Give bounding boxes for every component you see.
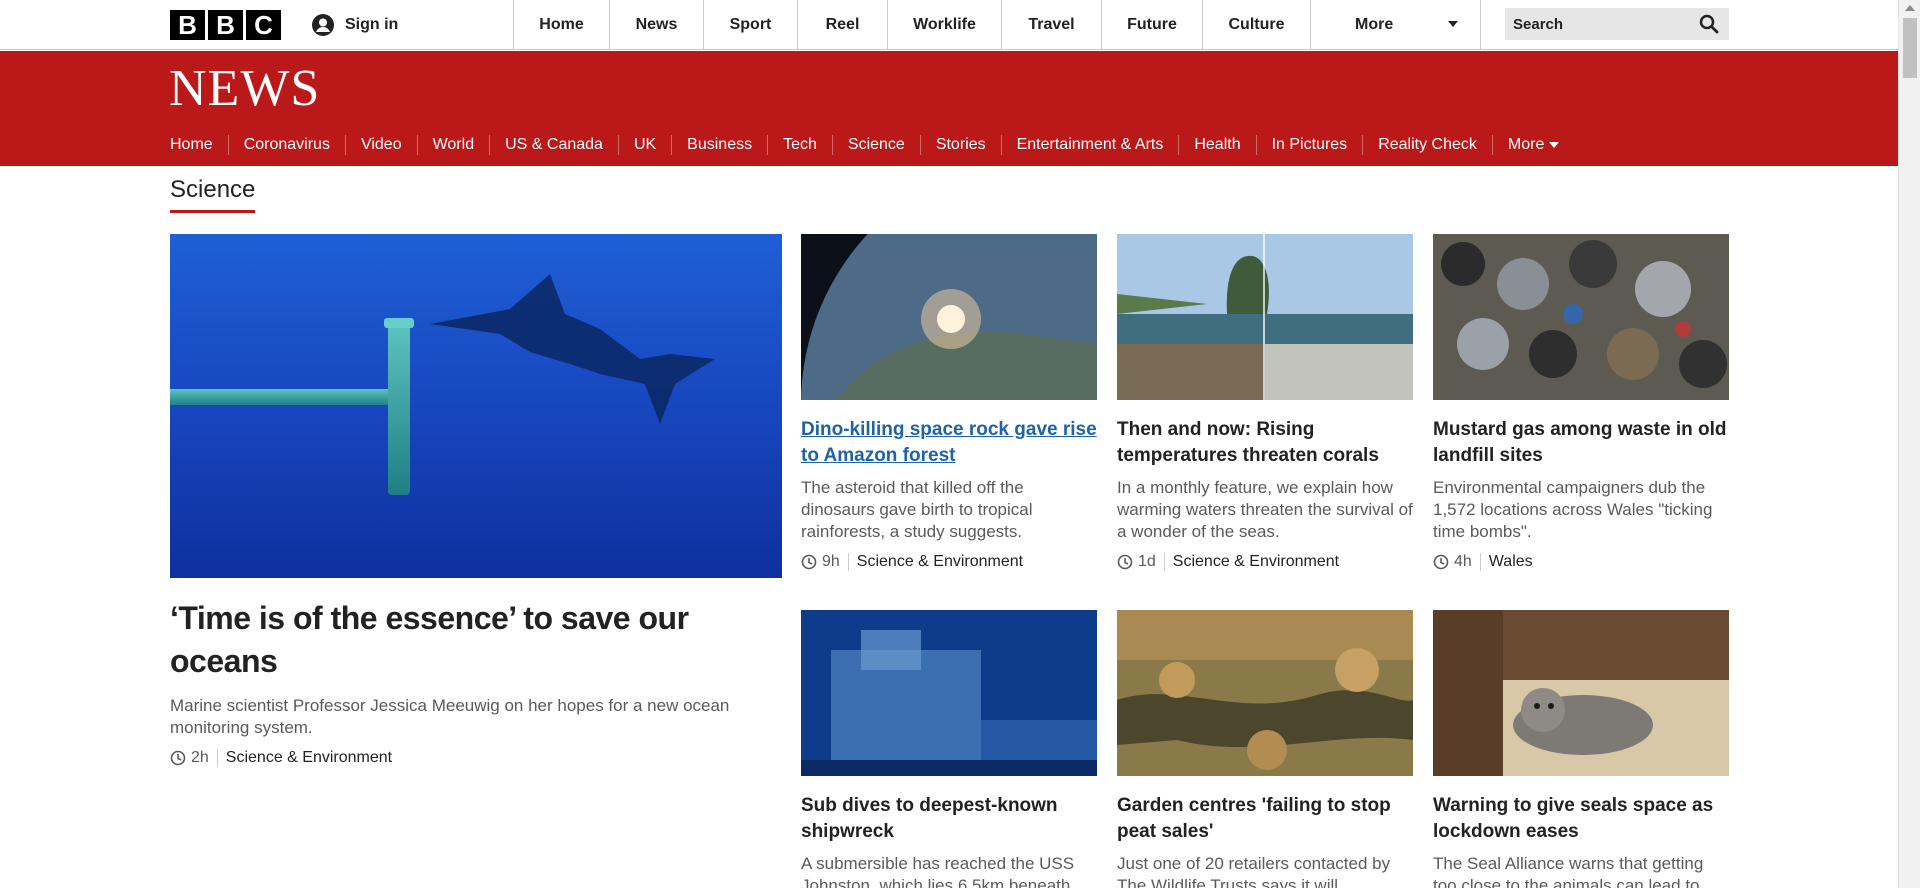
story-summary: A submersible has reached the USS Johnst… [801,854,1075,888]
news-nav-uk[interactable]: UK [617,135,671,155]
news-nav-reality-check[interactable]: Reality Check [1362,135,1492,155]
story-image-seal[interactable] [1433,610,1729,776]
global-nav-travel[interactable]: Travel [1002,0,1102,50]
story-image-corals[interactable] [1117,234,1413,400]
story-meta: 9h Science & Environment [801,553,1097,571]
story-summary: The Seal Alliance warns that getting too… [1433,854,1704,888]
bbc-logo[interactable]: B B C [170,10,281,40]
search-icon[interactable] [1699,14,1719,34]
bbc-logo-letter: C [246,10,281,40]
story-image-shipwreck[interactable] [801,610,1097,776]
story-section-link[interactable]: Science & Environment [1165,553,1339,571]
global-nav-home[interactable]: Home [513,0,610,50]
hero-story[interactable]: ‘Time is of the essence’ to save our oce… [170,234,782,767]
story-meta: 4h Wales [1433,553,1729,571]
global-nav-sport[interactable]: Sport [704,0,798,50]
story-section-link[interactable]: Science & Environment [849,553,1023,571]
global-nav-reel[interactable]: Reel [798,0,888,50]
story-summary: Environmental campaigners dub the 1,572 … [1433,478,1713,541]
story-headline[interactable]: Garden centres 'failing to stop peat sal… [1117,793,1413,845]
story-summary: The asteroid that killed off the dinosau… [801,478,1033,541]
story-headline[interactable]: Warning to give seals space as lockdown … [1433,793,1729,845]
global-nav-more[interactable]: More [1311,0,1481,50]
news-logo[interactable]: NEWS [169,63,320,115]
news-nav-stories[interactable]: Stories [919,135,1001,155]
story-card[interactable]: Dino-killing space rock gave rise to Ama… [801,154,1301,654]
news-nav-us-canada[interactable]: US & Canada [489,135,618,155]
signin-label: Sign in [345,16,399,33]
hero-summary: Marine scientist Professor Jessica Meeuw… [170,696,730,737]
story-summary: In a monthly feature, we explain how war… [1117,478,1413,541]
global-nav: Home News Sport Reel Worklife Travel Fut… [513,0,1481,50]
story-image-asteroid[interactable] [801,154,1301,654]
bbc-logo-letter: B [170,10,205,40]
story-time: 4h [1454,553,1481,571]
search-input[interactable] [1505,8,1685,40]
hero-image-sailfish[interactable] [170,234,782,578]
news-nav-tech[interactable]: Tech [767,135,832,155]
news-nav-world[interactable]: World [416,135,490,155]
story-card[interactable]: Garden centres 'failing to stop peat sal… [1117,610,1413,888]
news-nav: Home Coronavirus Video World US & Canada… [170,125,1574,170]
news-nav-more-label: More [1507,136,1545,153]
scrollbar-thumb[interactable] [1903,18,1917,78]
story-headline[interactable]: Mustard gas among waste in old landfill … [1433,417,1729,469]
clock-icon [170,750,186,766]
scroll-up-arrow-icon[interactable] [1905,5,1915,11]
news-nav-coronavirus[interactable]: Coronavirus [227,135,345,155]
bbc-logo-letter: B [208,10,243,40]
signin-button[interactable]: Sign in [310,0,514,50]
user-icon [312,14,334,36]
page-scrollbar[interactable] [1898,0,1920,888]
story-image-landfill[interactable] [1433,234,1729,400]
news-nav-science[interactable]: Science [831,135,920,170]
global-nav-culture[interactable]: Culture [1203,0,1311,50]
caret-down-icon [1549,141,1560,148]
story-meta: 1d Science & Environment [1117,553,1413,571]
caret-down-icon [1448,21,1458,27]
global-nav-news[interactable]: News [610,0,704,50]
page-title: Science [170,176,256,213]
story-card[interactable]: Sub dives to deepest-known shipwreck A s… [801,610,1097,888]
hero-section-link[interactable]: Science & Environment [218,749,392,767]
story-time: 1d [1138,553,1165,571]
global-nav-future[interactable]: Future [1102,0,1203,50]
news-nav-entertainment-arts[interactable]: Entertainment & Arts [1000,135,1179,155]
story-image-peat-bog[interactable] [1117,610,1413,776]
global-header: B B C Sign in Home News Sport Reel Workl… [0,0,1898,50]
story-card[interactable]: Warning to give seals space as lockdown … [1433,610,1729,888]
clock-icon [801,554,817,570]
story-headline[interactable]: Dino-killing space rock gave rise to Ama… [801,417,1097,469]
news-nav-in-pictures[interactable]: In Pictures [1255,135,1363,155]
news-nav-business[interactable]: Business [671,135,767,155]
global-nav-worklife[interactable]: Worklife [888,0,1002,50]
news-nav-health[interactable]: Health [1178,135,1255,155]
clock-icon [1433,554,1449,570]
story-summary: Just one of 20 retailers contacted by Th… [1117,854,1391,888]
news-nav-video[interactable]: Video [344,135,417,155]
hero-time: 2h [191,749,218,767]
story-headline[interactable]: Then and now: Rising temperatures threat… [1117,417,1413,469]
search-box [1505,8,1729,40]
story-card[interactable]: Then and now: Rising temperatures threat… [1117,234,1413,571]
news-nav-more[interactable]: More [1491,135,1574,155]
story-card[interactable]: Mustard gas among waste in old landfill … [1433,234,1729,571]
story-section-link[interactable]: Wales [1481,553,1533,571]
story-time: 9h [822,553,849,571]
news-header: NEWS Home Coronavirus Video World US & C… [0,51,1898,170]
hero-meta: 2h Science & Environment [170,749,782,767]
story-headline[interactable]: Sub dives to deepest-known shipwreck [801,793,1097,845]
clock-icon [1117,554,1133,570]
hero-headline[interactable]: ‘Time is of the essence’ to save our oce… [170,597,782,683]
news-nav-home[interactable]: Home [170,135,228,155]
global-nav-more-label: More [1355,16,1394,33]
